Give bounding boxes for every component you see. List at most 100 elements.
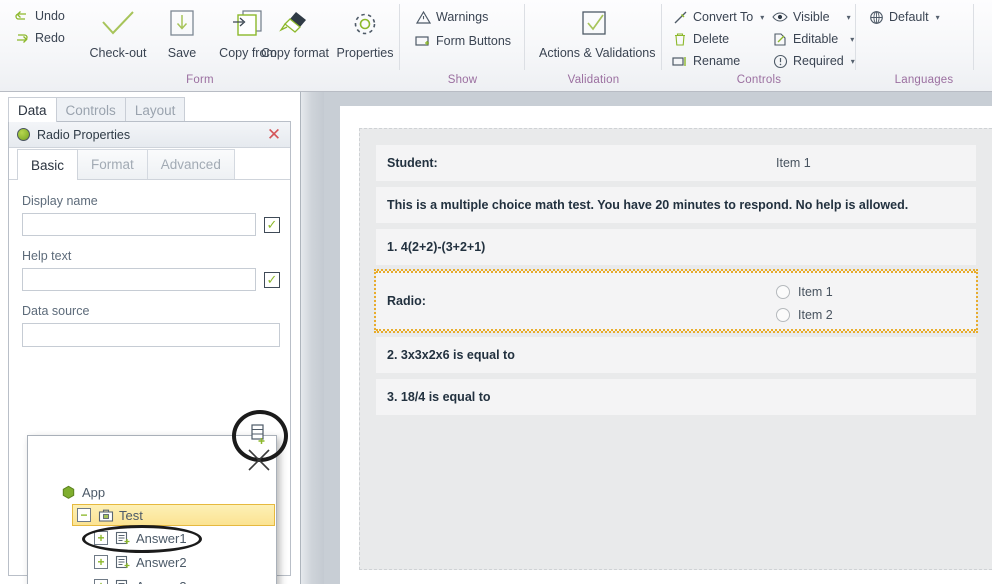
tab-label: Advanced (160, 157, 221, 172)
tab-controls[interactable]: Controls (55, 97, 126, 122)
ribbon-button-properties[interactable]: Properties (329, 4, 401, 60)
undo-icon (14, 8, 30, 24)
checkmark-icon (82, 4, 154, 44)
tree-expand-toggle[interactable]: + (94, 555, 108, 569)
help-text-label: Help text (22, 249, 72, 263)
ribbon-command-label: Delete (693, 32, 730, 46)
tree-expand-toggle[interactable]: + (94, 579, 108, 584)
close-icon[interactable]: ✕ (265, 125, 283, 143)
tree-node-answer2[interactable]: + Answer2 (28, 550, 276, 574)
ribbon-command-form-buttons[interactable]: Form Buttons (415, 31, 511, 51)
data-source-input[interactable] (22, 323, 280, 347)
radio-option-label: Item 2 (798, 308, 833, 322)
tab-format[interactable]: Format (77, 149, 148, 179)
ribbon-command-convert-to[interactable]: Convert To ▾ (672, 7, 764, 27)
ribbon-group-caption: Form (186, 74, 214, 86)
tab-advanced[interactable]: Advanced (146, 149, 235, 179)
chevron-down-icon[interactable]: ▾ (760, 13, 764, 22)
display-name-checkbox[interactable]: ✓ (264, 216, 280, 233)
ribbon-command-label: Redo (35, 31, 65, 45)
paintbrush-icon (259, 4, 331, 44)
tree-collapse-toggle[interactable]: − (77, 508, 91, 522)
ribbon-group-caption: Show (447, 74, 478, 86)
data-source-tree: App − Test + Answer1 + Answer2 (28, 436, 276, 584)
display-name-input[interactable] (22, 213, 256, 236)
tab-label: Data (18, 102, 47, 118)
form-preview: Student: Item 1 This is a multiple choic… (359, 128, 992, 570)
ribbon-group-divider (973, 4, 974, 70)
ribbon-command-editable[interactable]: Editable ▾ (772, 29, 854, 49)
data-source-tree-popup: App − Test + Answer1 + Answer2 (27, 435, 277, 584)
form-row-question-2[interactable]: 2. 3x3x2x6 is equal to (376, 337, 976, 373)
gear-icon (329, 4, 401, 44)
redo-icon (14, 30, 30, 46)
chevron-down-icon[interactable]: ▾ (850, 35, 854, 44)
app-hexagon-icon (60, 484, 77, 500)
display-name-label: Display name (22, 194, 98, 208)
help-text-checkbox[interactable]: ✓ (264, 271, 280, 288)
ribbon-button-copy-format[interactable]: Copy format (259, 4, 331, 60)
warning-triangle-icon (415, 9, 431, 25)
ribbon-command-label: Undo (35, 9, 65, 23)
help-text-input[interactable] (22, 268, 256, 291)
radio-circle-icon (776, 308, 790, 322)
ribbon-command-label: Default (889, 10, 929, 24)
radio-control-icon (17, 128, 30, 141)
ribbon-command-label: Form Buttons (436, 34, 512, 48)
radio-option-label: Item 1 (798, 285, 833, 299)
form-row-radio-selected[interactable]: Radio: Item 1 Item 2 (374, 269, 978, 333)
application-window: Undo Redo Check-out Save Copy from Copy … (0, 0, 992, 584)
ribbon-command-required[interactable]: Required ▾ (772, 51, 855, 71)
chevron-down-icon[interactable]: ▾ (936, 13, 940, 22)
panel-splitter[interactable] (300, 92, 324, 584)
tab-basic[interactable]: Basic (17, 149, 79, 180)
ribbon-command-label: Editable (793, 32, 839, 46)
canvas-page: Student: Item 1 This is a multiple choic… (340, 106, 992, 584)
ribbon-button-actions-validations[interactable]: Actions & Validations (539, 4, 656, 60)
ribbon-command-default-language[interactable]: Default ▾ (868, 7, 940, 27)
ribbon-button-check-out[interactable]: Check-out (82, 4, 154, 60)
radio-option-group: Item 1 Item 2 (776, 285, 833, 331)
properties-panel-title: Radio Properties (37, 127, 131, 142)
ribbon-button-label: Save (167, 46, 197, 60)
required-exclamation-icon (772, 53, 788, 69)
ribbon-button-label: Copy format (260, 46, 330, 60)
tree-node-label: Answer1 (136, 530, 187, 546)
entity-add-icon (114, 578, 131, 584)
radio-option-item-2[interactable]: Item 2 (776, 308, 833, 322)
left-panel: Data Controls Layout Radio Properties ✕ … (0, 92, 300, 584)
radio-circle-icon (776, 285, 790, 299)
save-download-icon (146, 4, 218, 44)
tab-data[interactable]: Data (8, 97, 57, 122)
ribbon-command-warnings[interactable]: Warnings (415, 7, 488, 27)
form-question-text: 3. 18/4 is equal to (387, 390, 491, 404)
form-row-question-3[interactable]: 3. 18/4 is equal to (376, 379, 976, 415)
tree-node-app[interactable]: App (28, 480, 276, 504)
data-source-picker-button[interactable] (246, 422, 270, 446)
radio-option-item-1[interactable]: Item 1 (776, 285, 833, 299)
tree-node-test[interactable]: − Test (72, 504, 275, 526)
form-row-question-1[interactable]: 1. 4(2+2)-(3+2+1) (376, 229, 976, 265)
ribbon-command-rename[interactable]: Rename (672, 51, 740, 71)
tree-node-answer1[interactable]: + Answer1 (28, 526, 276, 550)
ribbon-button-save[interactable]: Save (146, 4, 218, 60)
ribbon-command-delete[interactable]: Delete (672, 29, 729, 49)
form-row-student[interactable]: Student: Item 1 (376, 145, 976, 181)
ribbon-command-undo[interactable]: Undo (14, 6, 65, 26)
tab-layout[interactable]: Layout (124, 97, 186, 122)
tree-node-answer3[interactable]: + Answer3 (28, 574, 276, 584)
tab-label: Basic (31, 157, 65, 173)
help-text-row: ✓ (22, 268, 280, 291)
globe-icon (868, 9, 884, 25)
ribbon-command-visible[interactable]: Visible ▾ (772, 7, 851, 27)
ribbon-command-redo[interactable]: Redo (14, 28, 65, 48)
properties-panel-body: Display name ✓ Help text ✓ Data source (9, 180, 290, 347)
ribbon-toolbar: Undo Redo Check-out Save Copy from Copy … (0, 0, 992, 92)
form-field-value: Item 1 (776, 156, 811, 170)
form-row-instructions[interactable]: This is a multiple choice math test. You… (376, 187, 976, 223)
tree-expand-toggle[interactable]: + (94, 531, 108, 545)
data-source-label: Data source (22, 304, 90, 318)
entity-add-icon (114, 554, 131, 570)
chevron-down-icon[interactable]: ▾ (847, 13, 851, 22)
ribbon-command-label: Convert To (693, 10, 754, 24)
